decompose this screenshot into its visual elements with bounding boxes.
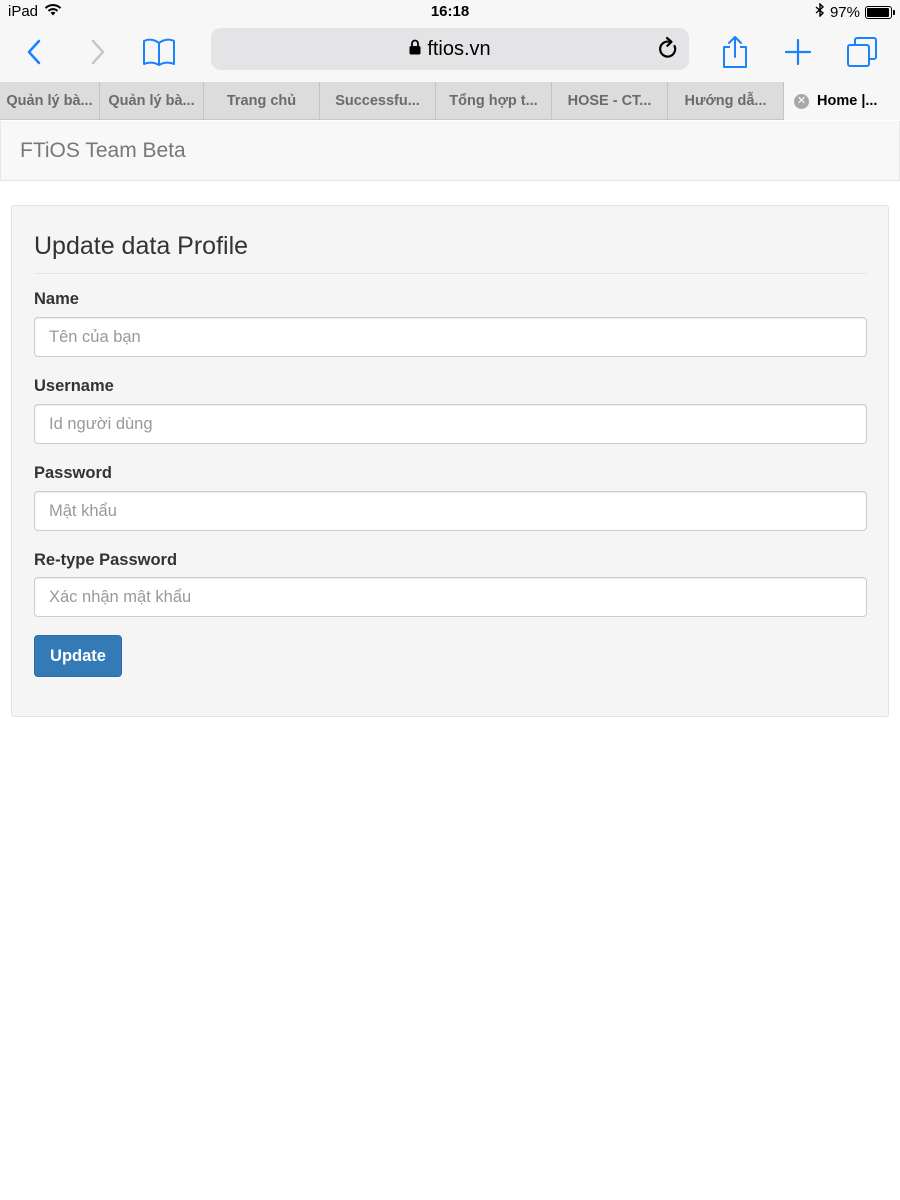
tab-label: HOSE - CT... [567, 93, 652, 109]
reload-icon [659, 36, 677, 58]
back-button[interactable] [13, 30, 57, 74]
address-bar[interactable]: ftios.vn [211, 28, 689, 70]
tab-label: Home |... [817, 93, 878, 109]
tab-item[interactable]: Quản lý bà... [0, 82, 100, 120]
battery-fill [867, 7, 890, 17]
tab-label: Hướng dẫ... [684, 93, 767, 109]
status-time: 16:18 [430, 3, 470, 20]
tab-item[interactable]: Hướng dẫ... [668, 82, 784, 120]
close-tab-icon[interactable]: ✕ [794, 93, 809, 109]
status-bar: iPad 16:18 97% [0, 0, 900, 24]
lock-icon [409, 38, 421, 61]
profile-form-panel: Update data Profile Name Username Passwo… [11, 205, 889, 717]
status-right: 97% [815, 2, 895, 21]
tab-label: Tổng hợp t... [449, 93, 538, 109]
bookmarks-button[interactable] [137, 30, 181, 74]
form-title: Update data Profile [34, 232, 867, 274]
bluetooth-icon [815, 2, 825, 21]
tab-label: Successfu... [335, 93, 420, 109]
tab-label: Trang chủ [226, 93, 297, 109]
tab-item[interactable]: HOSE - CT... [552, 82, 668, 120]
book-icon [143, 38, 175, 66]
battery-icon [865, 5, 895, 19]
plus-icon [784, 38, 812, 66]
retype-password-label: Re-type Password [34, 551, 178, 569]
battery-percent: 97% [829, 3, 860, 21]
tabs-icon [847, 37, 877, 67]
tab-item[interactable]: Trang chủ [204, 82, 320, 120]
update-button[interactable]: Update [34, 635, 122, 677]
reload-button[interactable] [655, 36, 681, 62]
password-label: Password [34, 464, 112, 482]
name-label: Name [34, 290, 79, 308]
browser-toolbar: ftios.vn [0, 24, 900, 82]
chevron-left-icon [27, 39, 41, 65]
tab-label: Quản lý bà... [108, 93, 195, 109]
share-button[interactable] [713, 30, 757, 74]
tab-item[interactable]: Successfu... [320, 82, 436, 120]
retype-password-field[interactable] [34, 577, 867, 617]
new-tab-button[interactable] [776, 30, 820, 74]
username-field[interactable] [34, 404, 867, 444]
username-label: Username [34, 377, 114, 395]
name-field[interactable] [34, 317, 867, 357]
site-brand[interactable]: FTiOS Team Beta [20, 139, 186, 163]
tab-item[interactable]: Tổng hợp t... [436, 82, 552, 120]
forward-button[interactable] [75, 30, 119, 74]
tabs-overview-button[interactable] [840, 30, 884, 74]
tab-label: Quản lý bà... [6, 93, 93, 109]
tab-item-active[interactable]: ✕ Home |... [784, 82, 900, 120]
share-icon [723, 36, 747, 68]
site-navbar: FTiOS Team Beta [0, 121, 900, 181]
chevron-right-icon [91, 39, 105, 65]
url-text: ftios.vn [427, 38, 491, 60]
password-field[interactable] [34, 491, 867, 531]
tab-bar: Quản lý bà... Quản lý bà... Trang chủ Su… [0, 82, 900, 120]
tab-item[interactable]: Quản lý bà... [100, 82, 204, 120]
url-display: ftios.vn [211, 38, 689, 61]
